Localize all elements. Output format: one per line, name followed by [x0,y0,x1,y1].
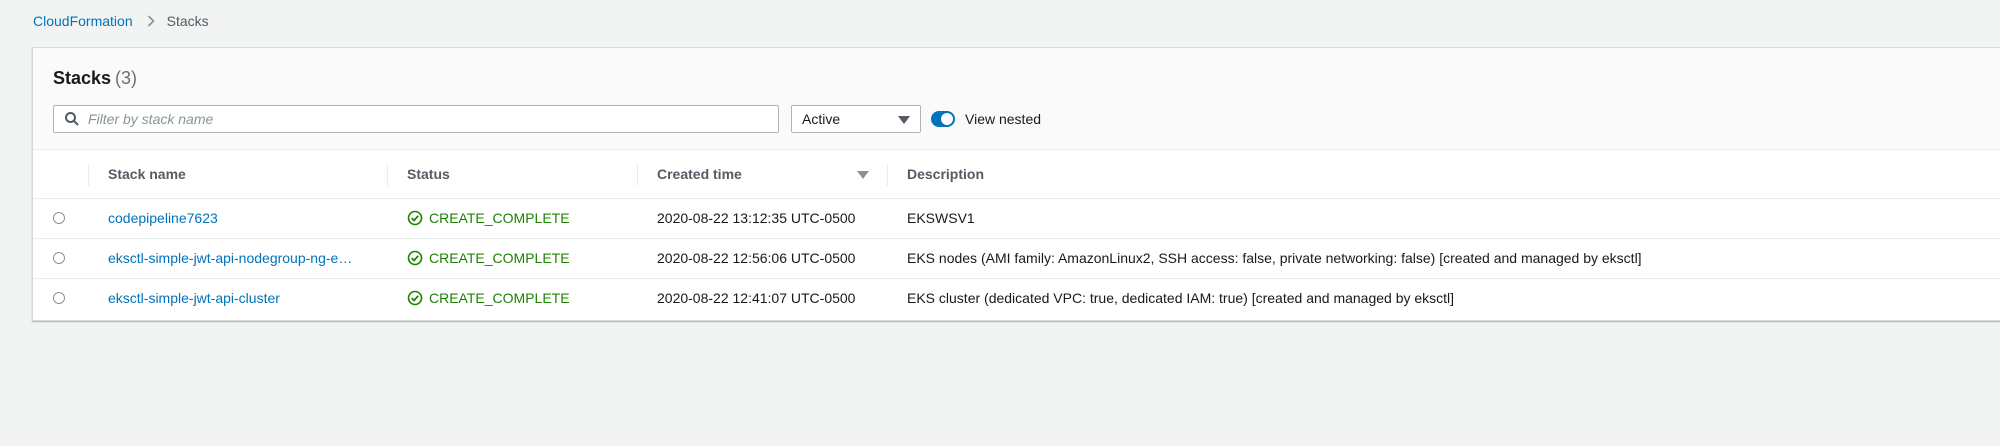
panel-header: Stacks(3) Active View nested [33,48,2000,150]
stack-name-link[interactable]: eksctl-simple-jwt-api-cluster [108,290,387,306]
breadcrumb-current: Stacks [166,13,209,29]
stacks-panel: Stacks(3) Active View nested [32,47,2000,321]
table-row[interactable]: codepipeline7623 CREATE_COMPLETE 2020-08… [33,198,2000,238]
search-icon [64,111,80,127]
view-nested-toggle[interactable] [931,111,955,127]
sort-descending-icon[interactable] [857,166,869,182]
toggle-knob [941,113,953,125]
stack-description: EKS nodes (AMI family: AmazonLinux2, SSH… [907,250,1642,266]
search-box [53,105,779,133]
check-circle-icon [407,250,423,266]
caret-down-icon [898,111,910,127]
column-header-description[interactable]: Description [887,150,2000,199]
view-nested-label: View nested [965,111,1042,127]
row-select-radio[interactable] [53,252,65,264]
select-column-header [33,150,88,199]
status-badge: CREATE_COMPLETE [407,250,637,266]
row-select-radio[interactable] [53,212,65,224]
stack-count: (3) [115,68,138,88]
breadcrumb: CloudFormation Stacks [33,13,209,29]
breadcrumb-cloudformation-link[interactable]: CloudFormation [33,13,133,29]
check-circle-icon [407,210,423,226]
status-filter-select[interactable]: Active [791,105,921,133]
stack-name-link[interactable]: eksctl-simple-jwt-api-nodegroup-ng-e… [108,250,387,266]
created-time: 2020-08-22 12:41:07 UTC-0500 [657,290,856,307]
check-circle-icon [407,290,423,306]
status-badge: CREATE_COMPLETE [407,290,637,306]
filter-stack-name-input[interactable] [88,107,778,131]
stack-name-link[interactable]: codepipeline7623 [108,210,387,226]
status-filter-value: Active [802,111,841,127]
column-header-status[interactable]: Status [387,150,637,199]
status-badge: CREATE_COMPLETE [407,210,637,226]
panel-title: Stacks (3) [53,68,137,89]
column-header-created-time[interactable]: Created time [637,150,887,199]
column-header-stack-name[interactable]: Stack name [88,150,387,199]
table-row[interactable]: eksctl-simple-jwt-api-cluster CREATE_COM… [33,278,2000,318]
table-header-row: Stack name Status Created time Descripti… [33,150,2000,199]
created-time: 2020-08-22 13:12:35 UTC-0500 [657,210,856,226]
stack-description: EKS cluster (dedicated VPC: true, dedica… [907,290,1455,307]
row-select-radio[interactable] [53,292,65,305]
table-row[interactable]: eksctl-simple-jwt-api-nodegroup-ng-e… CR… [33,238,2000,278]
view-nested-toggle-group: View nested [931,109,1041,129]
chevron-right-icon [147,15,155,27]
stacks-table: Stack name Status Created time Descripti… [33,150,2000,318]
stack-description: EKSWSV1 [907,210,975,226]
panel-title-text: Stacks [53,68,112,88]
created-time: 2020-08-22 12:56:06 UTC-0500 [657,250,856,266]
